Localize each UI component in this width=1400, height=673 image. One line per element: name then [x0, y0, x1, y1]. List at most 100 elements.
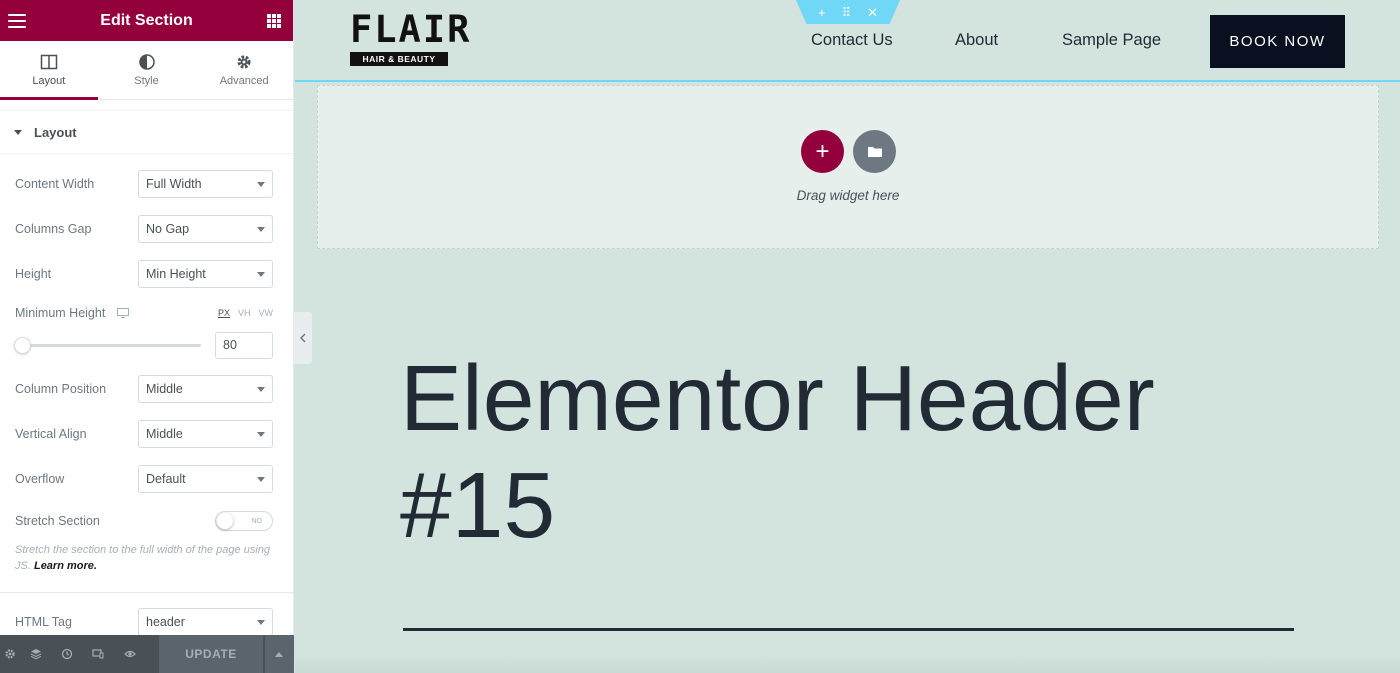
minimum-height-input[interactable]: 80	[215, 331, 273, 359]
chevron-down-icon	[257, 181, 265, 187]
chevron-down-icon	[257, 226, 265, 232]
panel-tabs: Layout Style Advanced	[0, 41, 293, 100]
caret-down-icon	[14, 129, 22, 135]
overflow-select[interactable]: Default	[138, 465, 273, 493]
control-content-width: Content Width Full Width	[0, 170, 294, 198]
control-columns-gap: Columns Gap No Gap	[0, 215, 294, 243]
nav-item-sample-page[interactable]: Sample Page	[1062, 31, 1161, 50]
menu-icon[interactable]	[8, 13, 26, 28]
panel-footer: UPDATE	[0, 635, 294, 673]
collapse-panel-handle[interactable]	[294, 312, 312, 364]
add-template-button[interactable]	[853, 130, 896, 173]
overflow-value: Default	[146, 472, 186, 486]
logo-sub-text: HAIR & BEAUTY	[350, 52, 448, 66]
panel-title: Edit Section	[100, 11, 193, 29]
section-label: Layout	[34, 124, 77, 140]
logo-main-text: FLAIR	[350, 8, 472, 51]
height-value: Min Height	[146, 267, 206, 281]
half-circle-icon	[138, 54, 155, 70]
history-icon	[62, 648, 73, 660]
html-tag-label: HTML Tag	[15, 615, 72, 629]
content-width-value: Full Width	[146, 177, 202, 191]
eye-icon	[123, 650, 136, 658]
unit-vw[interactable]: VW	[259, 308, 274, 318]
control-overflow: Overflow Default	[0, 465, 294, 493]
slider-handle[interactable]	[14, 336, 31, 354]
chevron-down-icon	[257, 476, 265, 482]
tab-style-label: Style	[134, 75, 159, 87]
control-html-tag: HTML Tag header	[0, 608, 294, 636]
devices-icon	[92, 649, 104, 659]
stretch-help-text: Stretch the section to the full width of…	[15, 542, 277, 574]
vertical-align-value: Middle	[146, 427, 183, 441]
plus-icon: +	[815, 137, 830, 165]
site-logo[interactable]: FLAIR HAIR & BEAUTY	[350, 8, 472, 66]
vertical-align-select[interactable]: Middle	[138, 420, 273, 448]
close-icon[interactable]: ✕	[867, 6, 878, 19]
navigator-button[interactable]	[20, 635, 51, 673]
columns-gap-value: No Gap	[146, 222, 190, 236]
widget-dropzone[interactable]: + Drag widget here	[317, 85, 1379, 249]
hero-heading-line-1: Elementor Header	[400, 346, 1155, 450]
tab-layout[interactable]: Layout	[0, 41, 98, 100]
nav-item-about[interactable]: About	[955, 31, 998, 50]
learn-more-link[interactable]: Learn more.	[34, 560, 97, 572]
widgets-grid-icon[interactable]	[266, 13, 281, 28]
column-position-label: Column Position	[15, 382, 107, 396]
height-select[interactable]: Min Height	[138, 260, 273, 288]
stretch-section-label: Stretch Section	[15, 514, 100, 528]
update-button[interactable]: UPDATE	[159, 635, 263, 673]
control-minimum-height: Minimum Height PX VH VW	[0, 304, 294, 322]
minimum-height-slider-row: 80	[14, 331, 273, 359]
chevron-down-icon	[257, 271, 265, 277]
hero-heading-line-2: #15	[400, 453, 556, 557]
control-vertical-align: Vertical Align Middle	[0, 420, 294, 448]
vertical-align-label: Vertical Align	[15, 427, 87, 441]
folder-icon	[867, 147, 882, 157]
history-button[interactable]	[52, 635, 83, 673]
layers-icon	[30, 649, 42, 660]
stretch-section-toggle[interactable]: NO	[215, 511, 273, 531]
drag-handle-icon[interactable]: ⠿	[842, 6, 852, 19]
unit-px[interactable]: PX	[218, 308, 230, 318]
canvas-bottom-edge	[295, 656, 1400, 673]
gear-icon	[5, 649, 15, 659]
settings-button[interactable]	[0, 635, 20, 673]
height-label: Height	[15, 267, 52, 281]
desktop-icon[interactable]	[117, 308, 130, 318]
unit-vh[interactable]: VH	[238, 308, 251, 318]
add-section-icon[interactable]: +	[818, 6, 826, 19]
preview-button[interactable]	[114, 635, 145, 673]
minimum-height-slider[interactable]	[14, 336, 201, 354]
responsive-mode-button[interactable]	[83, 635, 114, 673]
content-width-label: Content Width	[15, 177, 95, 191]
chevron-down-icon	[257, 619, 265, 625]
caret-up-icon	[275, 651, 284, 657]
tab-layout-label: Layout	[32, 75, 66, 87]
add-widget-button[interactable]: +	[801, 130, 844, 173]
section-handle: + ⠿ ✕	[796, 0, 900, 24]
unit-switcher: PX VH VW	[218, 308, 273, 318]
content-width-select[interactable]: Full Width	[138, 170, 273, 198]
minimum-height-label: Minimum Height	[15, 306, 106, 320]
html-tag-select[interactable]: header	[138, 608, 273, 636]
columns-gap-label: Columns Gap	[15, 222, 92, 236]
columns-gap-select[interactable]: No Gap	[138, 215, 273, 243]
hero-heading[interactable]: Elementor Header #15	[400, 345, 1300, 559]
control-column-position: Column Position Middle	[0, 375, 294, 403]
chevron-down-icon	[257, 386, 265, 392]
hero-divider	[403, 628, 1294, 631]
layout-columns-icon	[40, 54, 58, 70]
nav-item-contact-us[interactable]: Contact Us	[811, 31, 893, 50]
book-now-button[interactable]: BOOK NOW	[1210, 15, 1345, 68]
column-position-select[interactable]: Middle	[138, 375, 273, 403]
layout-section-toggle[interactable]: Layout	[0, 110, 293, 154]
tab-advanced[interactable]: Advanced	[195, 41, 293, 99]
update-options-button[interactable]	[264, 635, 294, 673]
toggle-text: NO	[251, 517, 263, 525]
gear-icon	[237, 55, 251, 69]
control-stretch-section: Stretch Section NO	[0, 511, 294, 531]
tab-style[interactable]: Style	[98, 41, 196, 99]
panel-divider	[0, 592, 294, 593]
chevron-down-icon	[257, 431, 265, 437]
